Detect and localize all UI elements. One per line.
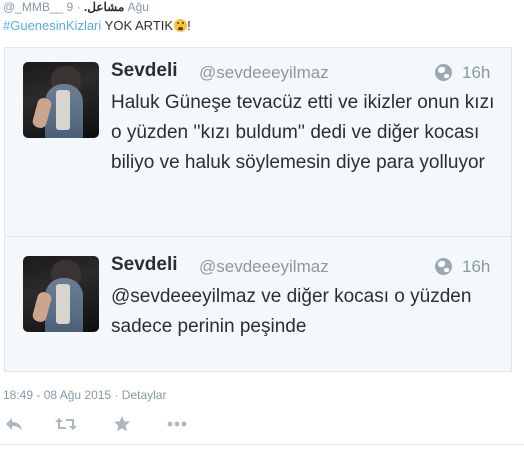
tweet-text: #GuenesinKizlari YOK ARTIK! xyxy=(3,18,191,33)
reply-icon[interactable] xyxy=(4,416,24,437)
quoted-tweet[interactable]: Sevdeli @sevdeeeyilmaz 16h Haluk Güneşe … xyxy=(4,47,512,236)
tweet-timestamp[interactable]: 18:49 - 08 Ağu 2015 xyxy=(3,388,111,402)
hashtag-link[interactable]: #GuenesinKizlari xyxy=(3,18,101,33)
tweet-header: @_MMB__ مشاعل. · 9 Ağu xyxy=(3,0,149,14)
favorite-star-icon[interactable] xyxy=(113,416,131,437)
quoted-tweet-body: @sevdeeeyilmaz ve diğer kocası o yüzden … xyxy=(111,286,472,337)
quoted-time[interactable]: 16h xyxy=(462,63,490,83)
tweet-text-trailing: ! xyxy=(187,18,191,33)
author-display-name[interactable]: مشاعل. xyxy=(84,0,124,14)
retweet-icon[interactable] xyxy=(55,416,77,437)
globe-icon xyxy=(435,64,452,81)
quoted-tweet[interactable]: Sevdeli @sevdeeeyilmaz 16h @sevdeeeyilma… xyxy=(4,236,512,372)
avatar[interactable] xyxy=(23,256,99,332)
details-link[interactable]: Detaylar xyxy=(122,388,167,402)
fearful-face-icon xyxy=(174,19,188,32)
tweet-meta: 18:49 - 08 Ağu 2015 · Detaylar xyxy=(3,388,166,402)
tweet-actions xyxy=(0,412,524,442)
divider xyxy=(0,444,524,445)
header-separator: · xyxy=(76,0,81,14)
quoted-author-name[interactable]: Sevdeli xyxy=(111,254,178,276)
meta-separator: · xyxy=(114,388,119,402)
avatar[interactable] xyxy=(23,62,99,138)
more-dots-icon[interactable] xyxy=(167,416,187,437)
quoted-author-handle[interactable]: @sevdeeeyilmaz xyxy=(199,257,329,277)
tweet-text-body: YOK ARTIK xyxy=(101,18,174,33)
quoted-author-handle[interactable]: @sevdeeeyilmaz xyxy=(199,63,329,83)
author-handle[interactable]: @_MMB__ xyxy=(3,0,63,14)
quoted-author-name[interactable]: Sevdeli xyxy=(111,60,178,82)
quoted-tweet-body: Haluk Güneşe tevacüz etti ve ikizler onu… xyxy=(111,92,495,173)
globe-icon xyxy=(435,258,452,275)
quoted-time[interactable]: 16h xyxy=(462,257,490,277)
